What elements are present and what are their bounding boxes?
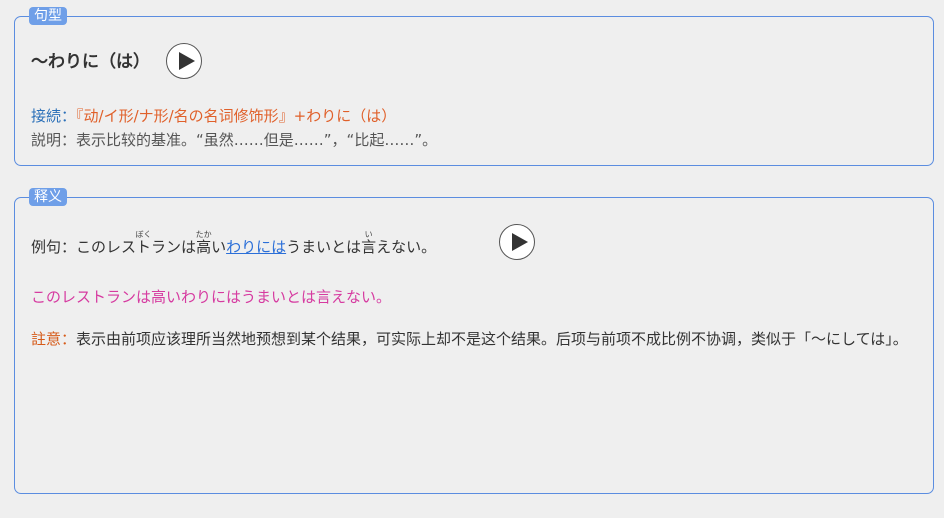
furigana-reading: ぼく: [135, 230, 152, 239]
connection-line: 接続：『动/イ形/ナ形/名の名词修饰形』+わりに（は）: [31, 105, 396, 126]
example-part: うまいとは: [286, 238, 362, 256]
play-pattern-button[interactable]: [166, 43, 202, 79]
explanation-text: 表示比较的基准。“虽然……但是……”，“比起……”。: [76, 131, 438, 149]
example-part: い: [211, 238, 227, 256]
usage-note: 註意：表示由前项应该理所当然地预想到某个结果，可实际上却不是这个结果。后项与前项…: [31, 328, 911, 350]
pattern-highlight-link[interactable]: わりには: [226, 238, 286, 256]
furigana-word: 言い: [361, 230, 377, 256]
furigana-reading: い: [361, 230, 377, 239]
furigana-reading: たか: [195, 230, 212, 239]
furigana-word: 高たか: [195, 230, 212, 256]
note-text: 表示由前项应该理所当然地预想到某个结果，可实际上却不是这个结果。后项与前项不成比…: [76, 330, 908, 348]
example-label: 例句：: [31, 238, 77, 256]
note-label: 註意：: [31, 330, 77, 348]
pattern-panel: 句型 ～わりに（は） 接続：『动/イ形/ナ形/名の名词修饰形』+わりに（は） 説…: [14, 7, 934, 166]
play-example-button[interactable]: [499, 224, 535, 260]
connection-label: 接続：: [31, 107, 77, 125]
example-part: えない。: [376, 238, 437, 256]
explanation-line: 説明：表示比较的基准。“虽然……但是……”，“比起……”。: [31, 129, 437, 150]
meaning-panel: 释义 例句：このレストぼくランは高たかいわりにはうまいとは言いえない。 このレス…: [14, 188, 934, 494]
example-part: ランは: [151, 238, 197, 256]
example-translation: このレストランは高いわりにはうまいとは言えない。: [31, 288, 392, 306]
furigana-word: トぼく: [135, 230, 152, 256]
example-sentence: 例句：このレストぼくランは高たかいわりにはうまいとは言いえない。: [31, 230, 436, 257]
example-part: このレス: [76, 238, 137, 256]
pattern-title: ～わりに（は）: [31, 52, 150, 72]
pattern-panel-label: 句型: [29, 7, 67, 25]
explanation-label: 説明：: [31, 131, 77, 149]
meaning-panel-label: 释义: [29, 188, 67, 206]
connection-text: 『动/イ形/ナ形/名の名词修饰形』+わりに（は）: [76, 107, 397, 125]
